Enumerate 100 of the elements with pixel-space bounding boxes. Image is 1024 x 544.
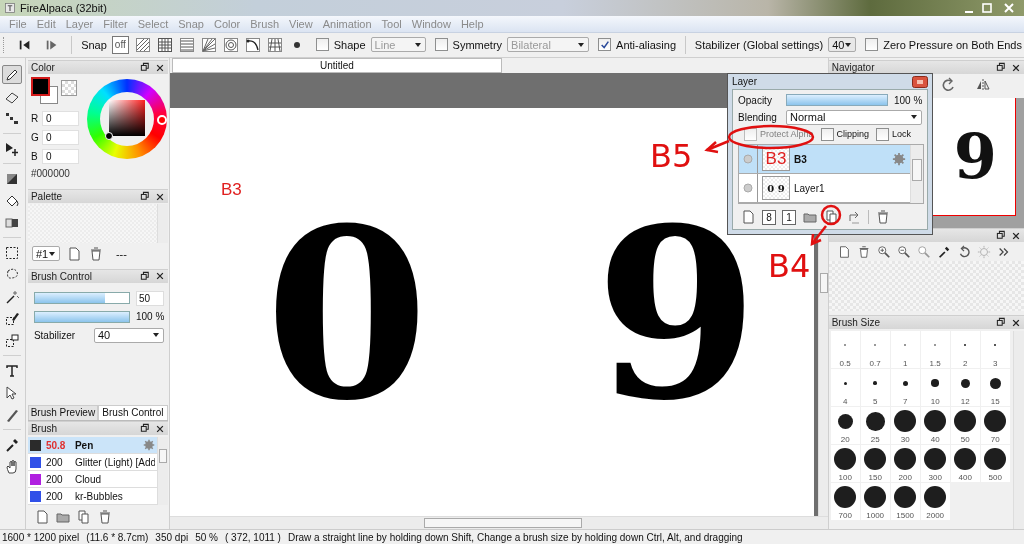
brush-size-option[interactable]: 40 [920, 407, 950, 445]
brush-size-option[interactable]: 25 [860, 407, 890, 445]
concentric-circles-icon[interactable] [221, 35, 240, 54]
transparent-color-swatch[interactable] [60, 80, 77, 97]
maximize-icon[interactable] [980, 1, 994, 14]
blending-dropdown[interactable]: Normal [786, 109, 922, 125]
brush-size-option[interactable]: 20 [830, 407, 860, 445]
brush-size-option[interactable]: 0.7 [860, 331, 890, 369]
brush-size-option[interactable]: 3 [980, 331, 1010, 369]
input-field[interactable]: 0 [41, 149, 79, 165]
input-field[interactable]: 0 [41, 111, 79, 127]
brush-size-option[interactable]: 0.5 [830, 331, 860, 369]
brush-list-item[interactable]: 200 Cloud [27, 471, 157, 489]
checkbox[interactable] [865, 38, 879, 52]
checkbox[interactable] [598, 38, 612, 52]
brush-size-option[interactable]: 200 [890, 445, 920, 483]
brush-list-item[interactable]: 50.8 Pen [27, 437, 157, 455]
slider[interactable] [33, 292, 130, 304]
zoom-in-icon[interactable] [876, 244, 891, 259]
close-icon[interactable] [154, 423, 165, 434]
list-row[interactable]: 0 9 Layer1 [739, 174, 910, 203]
scrollbar[interactable] [156, 437, 168, 506]
brush-size-option[interactable]: 2 [950, 331, 980, 369]
layer-bit-button[interactable]: 1 [782, 209, 796, 225]
transfer-icon[interactable] [846, 209, 862, 225]
brush-size-option[interactable]: 150 [860, 445, 890, 483]
brush-size-option[interactable]: 1500 [890, 483, 920, 521]
perspective-grid-icon[interactable] [265, 35, 284, 54]
scrollbar-thumb[interactable] [423, 518, 582, 529]
float-window-icon[interactable] [139, 270, 151, 282]
trash-icon[interactable] [875, 209, 891, 225]
brush-list-item[interactable]: 200 kr-Bubbles [27, 488, 157, 506]
tab[interactable]: Brush Control [97, 404, 168, 421]
float-window-icon[interactable] [139, 423, 151, 435]
scrollbar[interactable] [1013, 331, 1024, 530]
scrollbar-thumb[interactable] [819, 273, 828, 294]
brush-size-option[interactable]: 12 [950, 369, 980, 407]
radial-lines-icon[interactable] [199, 35, 218, 54]
checkbox[interactable] [434, 38, 448, 52]
scrollbar[interactable] [169, 516, 828, 530]
brush-size-option[interactable]: 15 [980, 369, 1010, 407]
palette-dropdown[interactable]: #1 [31, 246, 60, 262]
brush-size-option[interactable]: 500 [980, 445, 1010, 483]
scrollbar[interactable] [156, 204, 168, 244]
primary-color-swatch[interactable] [30, 77, 50, 97]
scrollbar[interactable] [910, 145, 923, 203]
stabilizer-dropdown[interactable]: 40 [828, 37, 857, 53]
gear-icon[interactable] [892, 152, 906, 166]
curve-icon[interactable] [243, 35, 262, 54]
close-icon[interactable] [1011, 230, 1021, 241]
brush-size-option[interactable]: 1000 [860, 483, 890, 521]
duplicate-icon[interactable] [824, 209, 840, 225]
scrollbar-thumb[interactable] [158, 449, 167, 464]
close-icon[interactable] [154, 62, 165, 73]
brush-size-option[interactable]: 1.5 [920, 331, 950, 369]
float-window-icon[interactable] [996, 230, 1007, 242]
float-window-icon[interactable] [996, 317, 1007, 329]
close-icon[interactable] [1011, 317, 1021, 328]
list-row[interactable]: B3 B3 [739, 145, 910, 174]
brush-size-option[interactable]: 7 [890, 369, 920, 407]
checkbox[interactable] [876, 127, 890, 141]
close-icon[interactable] [154, 271, 165, 281]
brush-size-option[interactable]: 30 [890, 407, 920, 445]
close-icon[interactable] [154, 192, 165, 202]
document-tab[interactable]: Untitled [171, 58, 502, 74]
horizontal-lines-icon[interactable] [177, 35, 196, 54]
brush-size-option[interactable]: 400 [950, 445, 980, 483]
brush-size-option[interactable]: 4 [830, 369, 860, 407]
zoom-out-icon[interactable] [896, 244, 911, 259]
rotate-icon[interactable] [940, 77, 957, 94]
grid-icon[interactable] [155, 35, 174, 54]
brush-size-option[interactable]: 10 [920, 369, 950, 407]
stabilizer-dropdown[interactable]: 40 [93, 327, 164, 343]
brush-size-option[interactable]: 100 [830, 445, 860, 483]
brush-size-option[interactable]: 300 [920, 445, 950, 483]
close-icon[interactable] [1011, 62, 1021, 73]
layer-bit-button[interactable]: 8 [762, 209, 776, 225]
float-window-icon[interactable] [139, 191, 151, 203]
brush-size-option[interactable]: 1 [890, 331, 920, 369]
eyedropper-icon[interactable] [936, 244, 951, 259]
diagonal-lines-icon[interactable] [133, 35, 152, 54]
float-window-icon[interactable] [996, 62, 1007, 74]
scrollbar-thumb[interactable] [912, 159, 922, 181]
gear-icon[interactable] [142, 439, 155, 452]
float-window-icon[interactable] [139, 62, 151, 74]
checkbox[interactable] [820, 127, 834, 141]
brush-size-option[interactable]: 2000 [920, 483, 950, 521]
tab[interactable]: Brush Preview [27, 404, 98, 421]
duplicate-icon[interactable] [75, 509, 92, 526]
pen-tool[interactable] [2, 65, 23, 85]
snap-off-button[interactable]: off [111, 35, 129, 54]
brush-size-option[interactable]: 50 [950, 407, 980, 445]
close-button[interactable] [912, 75, 928, 88]
value-field[interactable]: 50 [135, 290, 164, 306]
checkbox[interactable] [315, 38, 329, 52]
brush-size-option[interactable]: 70 [980, 407, 1010, 445]
input-field[interactable]: 0 [41, 130, 79, 146]
brush-list-item[interactable]: 200 Glitter (Light) [Add [27, 454, 157, 472]
brush-size-option[interactable]: 5 [860, 369, 890, 407]
brush-size-option[interactable]: 700 [830, 483, 860, 521]
